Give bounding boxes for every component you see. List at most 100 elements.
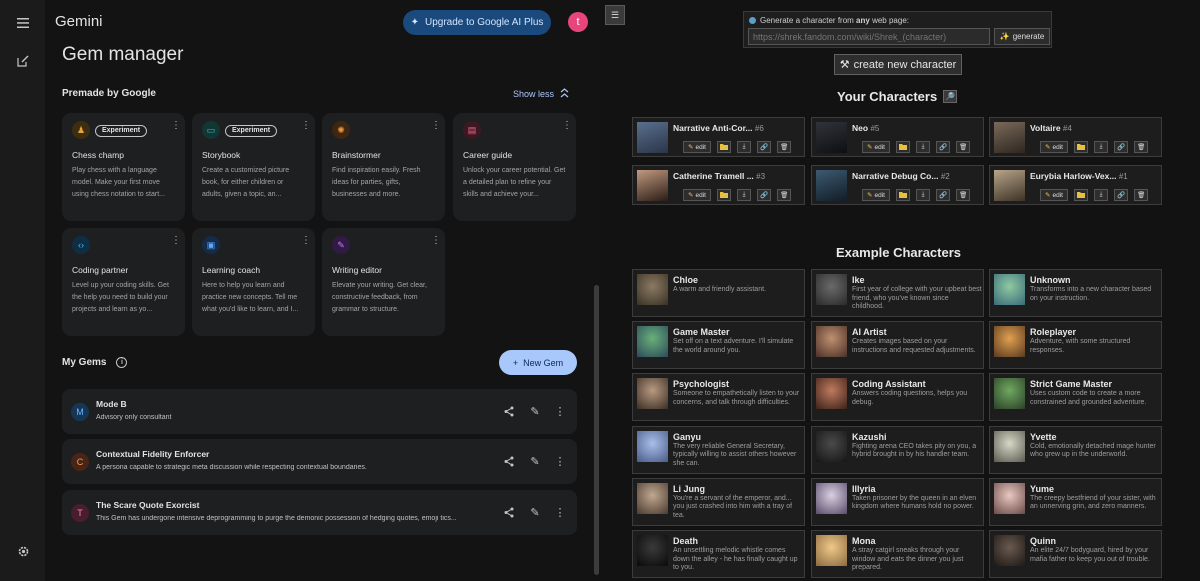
link-icon[interactable]: 🔗 xyxy=(1114,141,1129,153)
example-character-card[interactable]: Game Master Set off on a text adventure.… xyxy=(632,321,805,370)
folder-icon[interactable] xyxy=(717,189,731,201)
your-character-card[interactable]: Narrative Debug Co... #2 ✎ edit ⤓ 🔗 🗑 xyxy=(811,165,984,205)
edit-button[interactable]: ✎ edit xyxy=(1040,141,1068,153)
folder-icon[interactable] xyxy=(896,189,910,201)
my-gem-row[interactable]: T The Scare Quote Exorcist This Gem has … xyxy=(62,490,577,535)
folder-icon[interactable] xyxy=(1074,189,1088,201)
edit-button[interactable]: ✎ edit xyxy=(862,189,890,201)
example-character-card[interactable]: Ike First year of college with your upbe… xyxy=(811,269,984,317)
premade-gem-card[interactable]: ▣ ⋮ Learning coach Here to help you lear… xyxy=(192,228,315,336)
trash-icon[interactable]: 🗑 xyxy=(1134,189,1149,201)
download-icon[interactable]: ⤓ xyxy=(737,189,751,201)
download-icon[interactable]: ⤓ xyxy=(1094,141,1108,153)
download-icon[interactable]: ⤓ xyxy=(737,141,751,153)
more-vert-icon[interactable]: ⋮ xyxy=(171,236,181,246)
link-icon[interactable]: 🔗 xyxy=(1114,189,1129,201)
edit-button[interactable]: ✎ edit xyxy=(683,141,711,153)
example-character-card[interactable]: Psychologist Someone to empathetically l… xyxy=(632,373,805,422)
example-character-card[interactable]: Coding Assistant Answers coding question… xyxy=(811,373,984,422)
link-icon[interactable]: 🔗 xyxy=(757,141,772,153)
your-character-card[interactable]: Voltaire #4 ✎ edit ⤓ 🔗 🗑 xyxy=(989,117,1162,157)
your-character-card[interactable]: Narrative Anti-Cor... #6 ✎ edit ⤓ 🔗 🗑 xyxy=(632,117,805,157)
my-gem-row[interactable]: M Mode B Advisory only consultant ✎ ⋮ xyxy=(62,389,577,434)
more-vert-icon[interactable]: ⋮ xyxy=(553,505,567,519)
your-character-card[interactable]: Eurybia Harlow-Vex... #1 ✎ edit ⤓ 🔗 🗑 xyxy=(989,165,1162,205)
more-vert-icon[interactable]: ⋮ xyxy=(553,454,567,468)
menu-icon[interactable]: ☰ xyxy=(605,5,625,25)
menu-icon[interactable] xyxy=(12,12,34,34)
trash-icon[interactable]: 🗑 xyxy=(777,189,792,201)
edit-pencil-icon[interactable]: ✎ xyxy=(528,404,542,418)
your-character-card[interactable]: Neo #5 ✎ edit ⤓ 🔗 🗑 xyxy=(811,117,984,157)
my-gem-row[interactable]: C Contextual Fidelity Enforcer A persona… xyxy=(62,439,577,484)
share-icon[interactable] xyxy=(502,505,516,519)
download-icon[interactable]: ⤓ xyxy=(1094,189,1108,201)
example-character-card[interactable]: Mona A stray catgirl sneaks through your… xyxy=(811,530,984,578)
example-character-card[interactable]: Death An unsettling melodic whistle come… xyxy=(632,530,805,578)
more-vert-icon[interactable]: ⋮ xyxy=(431,236,441,246)
generate-button[interactable]: ✨ generate xyxy=(994,28,1050,45)
your-character-card[interactable]: Catherine Tramell ... #3 ✎ edit ⤓ 🔗 🗑 xyxy=(632,165,805,205)
trash-icon[interactable]: 🗑 xyxy=(956,189,971,201)
create-character-button[interactable]: ⚒ create new character xyxy=(834,54,962,75)
edit-button[interactable]: ✎ edit xyxy=(1040,189,1068,201)
settings-gear-icon[interactable] xyxy=(12,540,34,562)
premade-gem-card[interactable]: ✎ ⋮ Writing editor Elevate your writing.… xyxy=(322,228,445,336)
link-icon[interactable]: 🔗 xyxy=(936,141,951,153)
folder-icon[interactable] xyxy=(1074,141,1088,153)
character-tools: ✎ edit ⤓ 🔗 🗑 xyxy=(683,189,792,201)
example-character-card[interactable]: Chloe A warm and friendly assistant. xyxy=(632,269,805,317)
new-gem-button[interactable]: + New Gem xyxy=(499,350,577,375)
example-character-card[interactable]: Quinn An elite 24/7 bodyguard, hired by … xyxy=(989,530,1162,578)
show-less-button[interactable]: Show less xyxy=(513,88,569,100)
example-character-card[interactable]: Unknown Transforms into a new character … xyxy=(989,269,1162,317)
folder-icon[interactable] xyxy=(717,141,731,153)
link-icon[interactable]: 🔗 xyxy=(936,189,951,201)
example-character-card[interactable]: Roleplayer Adventure, with some structur… xyxy=(989,321,1162,370)
gemini-brand[interactable]: Gemini xyxy=(55,13,103,30)
more-vert-icon[interactable]: ⋮ xyxy=(301,121,311,131)
more-vert-icon[interactable]: ⋮ xyxy=(431,121,441,131)
example-character-card[interactable]: Kazushi Fighting arena CEO takes pity on… xyxy=(811,425,984,474)
download-icon[interactable]: ⤓ xyxy=(916,189,930,201)
trash-icon[interactable]: 🗑 xyxy=(956,141,971,153)
character-portrait xyxy=(994,430,1025,462)
edit-pencil-icon[interactable]: ✎ xyxy=(528,454,542,468)
premade-gem-card[interactable]: ✺ ⋮ Brainstormer Find inspiration easily… xyxy=(322,113,445,221)
premade-gem-card[interactable]: ▭ Experiment ⋮ Storybook Create a customi… xyxy=(192,113,315,221)
link-icon[interactable]: 🔗 xyxy=(757,189,772,201)
search-icon[interactable]: 🔎 xyxy=(943,90,958,103)
account-avatar[interactable]: t xyxy=(568,12,588,32)
edit-button[interactable]: ✎ edit xyxy=(862,141,890,153)
more-vert-icon[interactable]: ⋮ xyxy=(553,404,567,418)
example-character-card[interactable]: Strict Game Master Uses custom code to c… xyxy=(989,373,1162,422)
share-icon[interactable] xyxy=(502,404,516,418)
example-character-card[interactable]: Li Jung You're a servant of the emperor,… xyxy=(632,477,805,526)
share-icon[interactable] xyxy=(502,454,516,468)
more-vert-icon[interactable]: ⋮ xyxy=(171,121,181,131)
example-character-card[interactable]: AI Artist Creates images based on your i… xyxy=(811,321,984,370)
example-character-card[interactable]: Yvette Cold, emotionally detached mage h… xyxy=(989,425,1162,474)
info-icon[interactable]: i xyxy=(116,357,128,368)
new-chat-icon[interactable] xyxy=(12,50,34,72)
premade-gem-card[interactable]: ♟ Experiment ⋮ Chess champ Play chess wit… xyxy=(62,113,185,221)
trash-icon[interactable]: 🗑 xyxy=(777,141,792,153)
character-tools: ✎ edit ⤓ 🔗 🗑 xyxy=(862,189,971,201)
more-vert-icon[interactable]: ⋮ xyxy=(301,236,311,246)
edit-pencil-icon[interactable]: ✎ xyxy=(528,505,542,519)
premade-gem-card[interactable]: ▤ ⋮ Career guide Unlock your career pote… xyxy=(453,113,576,221)
gem-card-title: Brainstormer xyxy=(332,150,381,160)
gem-card-title: Writing editor xyxy=(332,265,382,275)
example-character-card[interactable]: Ganyu The very reliable General Secretar… xyxy=(632,425,805,474)
folder-icon[interactable] xyxy=(896,141,910,153)
download-icon[interactable]: ⤓ xyxy=(916,141,930,153)
scrollbar[interactable] xyxy=(594,285,599,575)
url-input[interactable] xyxy=(748,28,990,45)
edit-button[interactable]: ✎ edit xyxy=(683,189,711,201)
more-vert-icon[interactable]: ⋮ xyxy=(562,121,572,131)
upgrade-button[interactable]: ✦ Upgrade to Google AI Plus xyxy=(403,10,551,35)
premade-gem-card[interactable]: ‹› ⋮ Coding partner Level up your coding… xyxy=(62,228,185,336)
example-character-card[interactable]: Illyria Taken prisoner by the queen in a… xyxy=(811,477,984,526)
trash-icon[interactable]: 🗑 xyxy=(1134,141,1149,153)
example-character-card[interactable]: Yume The creepy bestfriend of your siste… xyxy=(989,477,1162,526)
